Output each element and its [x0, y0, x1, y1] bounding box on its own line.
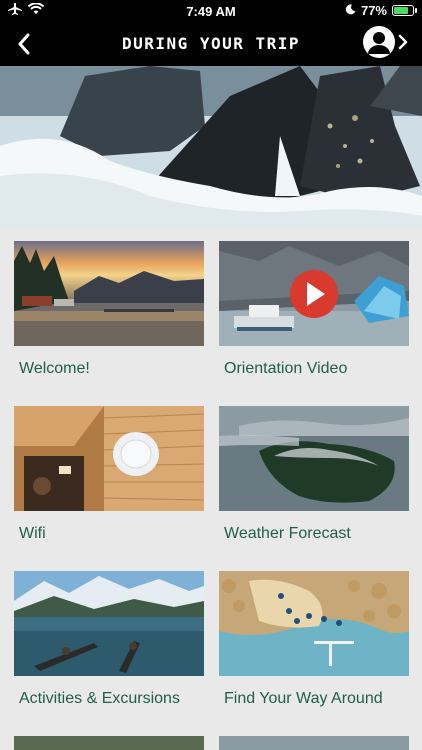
chevron-left-icon: [18, 33, 30, 55]
profile-button[interactable]: [363, 26, 408, 58]
wifi-image: [14, 406, 204, 511]
tile-welcome[interactable]: Welcome!: [14, 241, 204, 382]
tile-activities-excursions-label: Activities & Excursions: [19, 690, 180, 707]
battery-icon: [392, 5, 417, 16]
activities-excursions-image: [14, 571, 204, 676]
battery-percent: 77%: [360, 3, 387, 18]
moon-icon: [345, 3, 356, 18]
hero-image: [0, 66, 422, 228]
tile-partial-left[interactable]: [14, 736, 204, 750]
tile-orientation-video-label: Orientation Video: [224, 360, 348, 377]
content-grid: Welcome! Orientation Video Wifi Weather …: [0, 228, 422, 750]
tile-wifi[interactable]: Wifi: [14, 406, 204, 547]
tile-weather-forecast-label: Weather Forecast: [224, 525, 351, 542]
back-button[interactable]: [8, 28, 40, 60]
tile-weather-forecast[interactable]: Weather Forecast: [219, 406, 409, 547]
nav-bar: DURING YOUR TRIP: [0, 22, 422, 66]
orientation-video-thumbnail: [219, 241, 409, 346]
tile-orientation-video[interactable]: Orientation Video: [219, 241, 409, 382]
chevron-right-icon: [398, 34, 408, 50]
tile-activities-excursions[interactable]: Activities & Excursions: [14, 571, 204, 712]
status-bar: 7:49 AM 77%: [0, 0, 422, 22]
avatar-icon: [363, 26, 395, 58]
welcome-image: [14, 241, 204, 346]
battery-fill: [394, 7, 408, 14]
tile-partial-right[interactable]: [219, 736, 409, 750]
status-icons-right: 77%: [345, 3, 417, 18]
map-image: [219, 571, 409, 676]
tile-wifi-label: Wifi: [19, 525, 46, 542]
tile-welcome-label: Welcome!: [19, 360, 90, 377]
tile-find-your-way-around-label: Find Your Way Around: [224, 690, 383, 707]
page-title: DURING YOUR TRIP: [121, 34, 301, 53]
partial-image-right: [219, 736, 409, 750]
partial-image-left: [14, 736, 204, 750]
tile-find-your-way-around[interactable]: Find Your Way Around: [219, 571, 409, 712]
weather-forecast-image: [219, 406, 409, 511]
